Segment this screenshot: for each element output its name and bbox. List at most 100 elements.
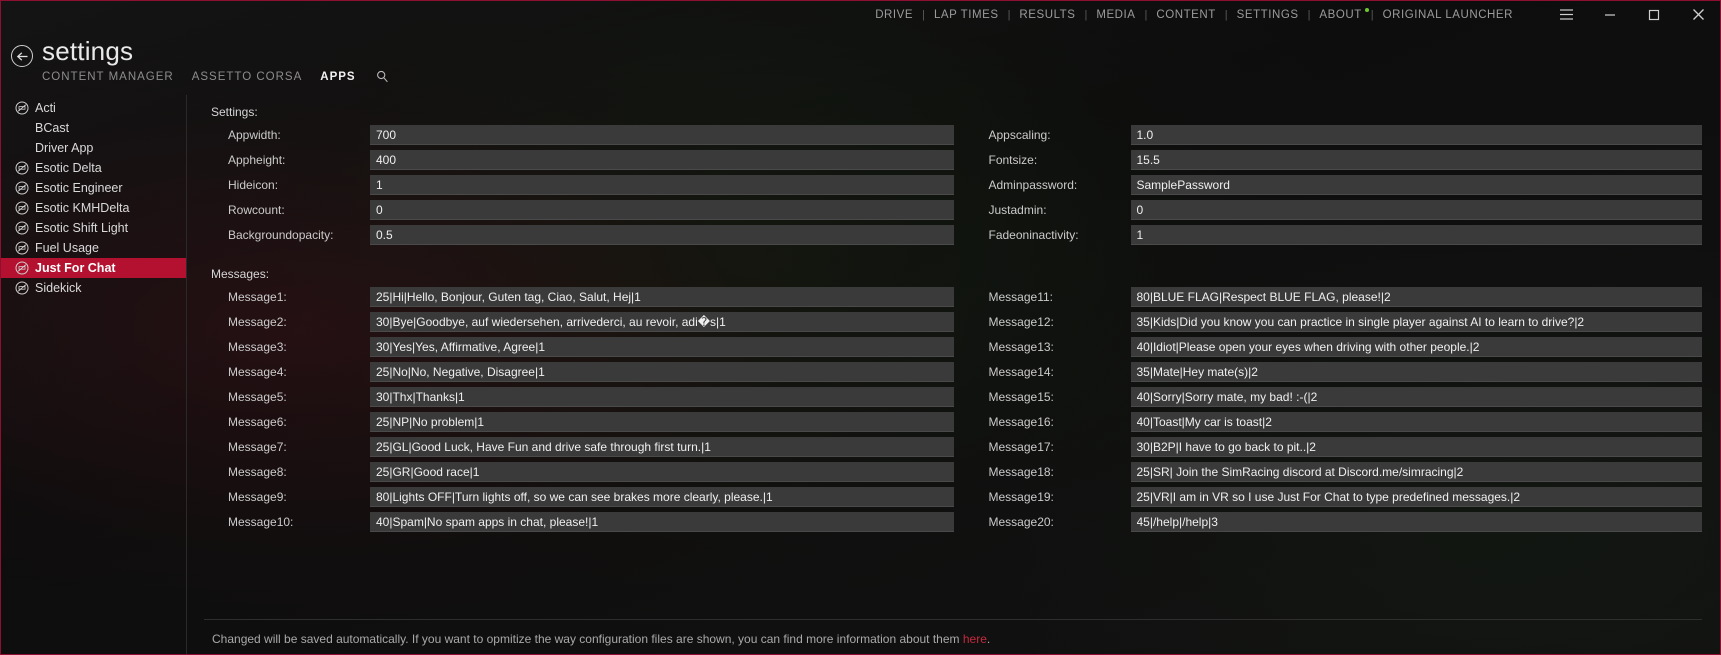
setting-row: Fadeoninactivity: — [966, 225, 1702, 245]
field-label: Message7: — [228, 440, 287, 454]
field-input-message4[interactable] — [370, 362, 954, 382]
field-label: Message13: — [988, 340, 1054, 354]
setting-row: Message17: — [966, 437, 1702, 457]
field-input-message7[interactable] — [370, 437, 954, 457]
field-input-appwidth[interactable] — [370, 125, 954, 145]
nav-item-drive[interactable]: DRIVE — [866, 9, 922, 21]
setting-row: Fontsize: — [966, 150, 1702, 170]
sidebar-item-label: Esotic Engineer — [35, 181, 123, 195]
settings-grid: Appwidth: Appheight: Hideicon: Rowcount: Bac… — [205, 125, 1702, 250]
field-input-fontsize[interactable] — [1130, 150, 1702, 170]
field-label: Rowcount: — [228, 203, 285, 217]
sidebar-item-label: Just For Chat — [35, 261, 116, 275]
sidebar-item-esotic-kmhdelta[interactable]: Esotic KMHDelta — [1, 198, 186, 218]
field-label: Message18: — [988, 465, 1054, 479]
field-input-message11[interactable] — [1130, 287, 1702, 307]
apps-sidebar[interactable]: Acti BCast Driver App Esotic Delta Esotic En… — [1, 95, 186, 654]
setting-row: Message11: — [966, 287, 1702, 307]
setting-row: Appwidth: — [205, 125, 954, 145]
minimize-button[interactable] — [1588, 1, 1632, 28]
app-icon — [15, 221, 29, 235]
nav-item-about[interactable]: ABOUT — [1310, 7, 1370, 21]
sidebar-item-bcast[interactable]: BCast — [1, 118, 186, 138]
nav-item-settings[interactable]: SETTINGS — [1228, 9, 1308, 21]
footer-help-link[interactable]: here — [963, 632, 987, 646]
field-label: Message12: — [988, 315, 1054, 329]
setting-row: Message7: — [205, 437, 954, 457]
nav-item-lap-times[interactable]: LAP TIMES — [925, 9, 1008, 21]
sidebar-item-label: Esotic Shift Light — [35, 221, 129, 235]
field-input-message15[interactable] — [1130, 387, 1702, 407]
search-icon[interactable] — [376, 70, 389, 83]
app-icon — [15, 201, 29, 215]
field-label: Message14: — [988, 365, 1054, 379]
tab-apps[interactable]: APPS — [320, 71, 355, 83]
field-input-rowcount[interactable] — [370, 200, 954, 220]
messages-column-right: Message11: Message12: Message13: Message14:… — [954, 287, 1702, 537]
field-input-appscaling[interactable] — [1130, 125, 1702, 145]
tab-content-manager[interactable]: CONTENT MANAGER — [42, 71, 174, 83]
settings-column-right: Appscaling: Fontsize: Adminpassword: Justad… — [954, 125, 1702, 250]
field-input-message10[interactable] — [370, 512, 954, 532]
sidebar-item-esotic-shift-light[interactable]: Esotic Shift Light — [1, 218, 186, 238]
field-input-message8[interactable] — [370, 462, 954, 482]
sidebar-item-just-for-chat[interactable]: Just For Chat — [1, 258, 186, 278]
field-input-appheight[interactable] — [370, 150, 954, 170]
close-button[interactable] — [1676, 1, 1720, 28]
field-input-message3[interactable] — [370, 337, 954, 357]
setting-row: Message4: — [205, 362, 954, 382]
sidebar-item-label: Sidekick — [35, 281, 82, 295]
field-input-message1[interactable] — [370, 287, 954, 307]
field-label: Message17: — [988, 440, 1054, 454]
field-label: Message3: — [228, 340, 287, 354]
field-input-message9[interactable] — [370, 487, 954, 507]
field-input-message20[interactable] — [1130, 512, 1702, 532]
sidebar-item-fuel-usage[interactable]: Fuel Usage — [1, 238, 186, 258]
app-icon — [15, 161, 29, 175]
sidebar-item-label: Fuel Usage — [35, 241, 99, 255]
nav-item-media[interactable]: MEDIA — [1087, 9, 1144, 21]
field-input-message6[interactable] — [370, 412, 954, 432]
field-input-message18[interactable] — [1130, 462, 1702, 482]
nav-item-original-launcher[interactable]: ORIGINAL LAUNCHER — [1374, 9, 1522, 21]
field-input-adminpassword[interactable] — [1130, 175, 1702, 195]
field-input-message5[interactable] — [370, 387, 954, 407]
sidebar-item-driver-app[interactable]: Driver App — [1, 138, 186, 158]
sidebar-item-esotic-delta[interactable]: Esotic Delta — [1, 158, 186, 178]
tab-assetto-corsa[interactable]: ASSETTO CORSA — [192, 71, 303, 83]
nav-item-results[interactable]: RESULTS — [1010, 9, 1084, 21]
field-input-hideicon[interactable] — [370, 175, 954, 195]
setting-row: Appheight: — [205, 150, 954, 170]
field-label: Message8: — [228, 465, 287, 479]
sub-tabs: CONTENT MANAGER ASSETTO CORSA APPS — [42, 70, 389, 83]
sidebar-item-acti[interactable]: Acti — [1, 98, 186, 118]
hamburger-menu-icon[interactable] — [1544, 1, 1588, 28]
field-input-message2[interactable] — [370, 312, 954, 332]
setting-row: Message15: — [966, 387, 1702, 407]
field-input-message14[interactable] — [1130, 362, 1702, 382]
maximize-button[interactable] — [1632, 1, 1676, 28]
nav-item-content[interactable]: CONTENT — [1147, 9, 1224, 21]
field-label: Message15: — [988, 390, 1054, 404]
setting-row: Message5: — [205, 387, 954, 407]
field-input-fadeoninactivity[interactable] — [1130, 225, 1702, 245]
field-input-backgroundopacity[interactable] — [370, 225, 954, 245]
field-input-message17[interactable] — [1130, 437, 1702, 457]
sidebar-item-sidekick[interactable]: Sidekick — [1, 278, 186, 298]
setting-row: Message6: — [205, 412, 954, 432]
back-button[interactable] — [11, 45, 33, 67]
field-label: Message5: — [228, 390, 287, 404]
sidebar-item-label: Driver App — [35, 141, 94, 155]
setting-row: Message1: — [205, 287, 954, 307]
field-input-message13[interactable] — [1130, 337, 1702, 357]
sidebar-item-label: Acti — [35, 101, 56, 115]
field-input-message16[interactable] — [1130, 412, 1702, 432]
app-icon — [15, 241, 29, 255]
sidebar-item-esotic-engineer[interactable]: Esotic Engineer — [1, 178, 186, 198]
field-input-justadmin[interactable] — [1130, 200, 1702, 220]
field-input-message19[interactable] — [1130, 487, 1702, 507]
field-input-message12[interactable] — [1130, 312, 1702, 332]
app-icon — [15, 181, 29, 195]
title-bar: DRIVE | LAP TIMES | RESULTS | MEDIA | CONTENT | SE… — [1, 1, 1720, 28]
